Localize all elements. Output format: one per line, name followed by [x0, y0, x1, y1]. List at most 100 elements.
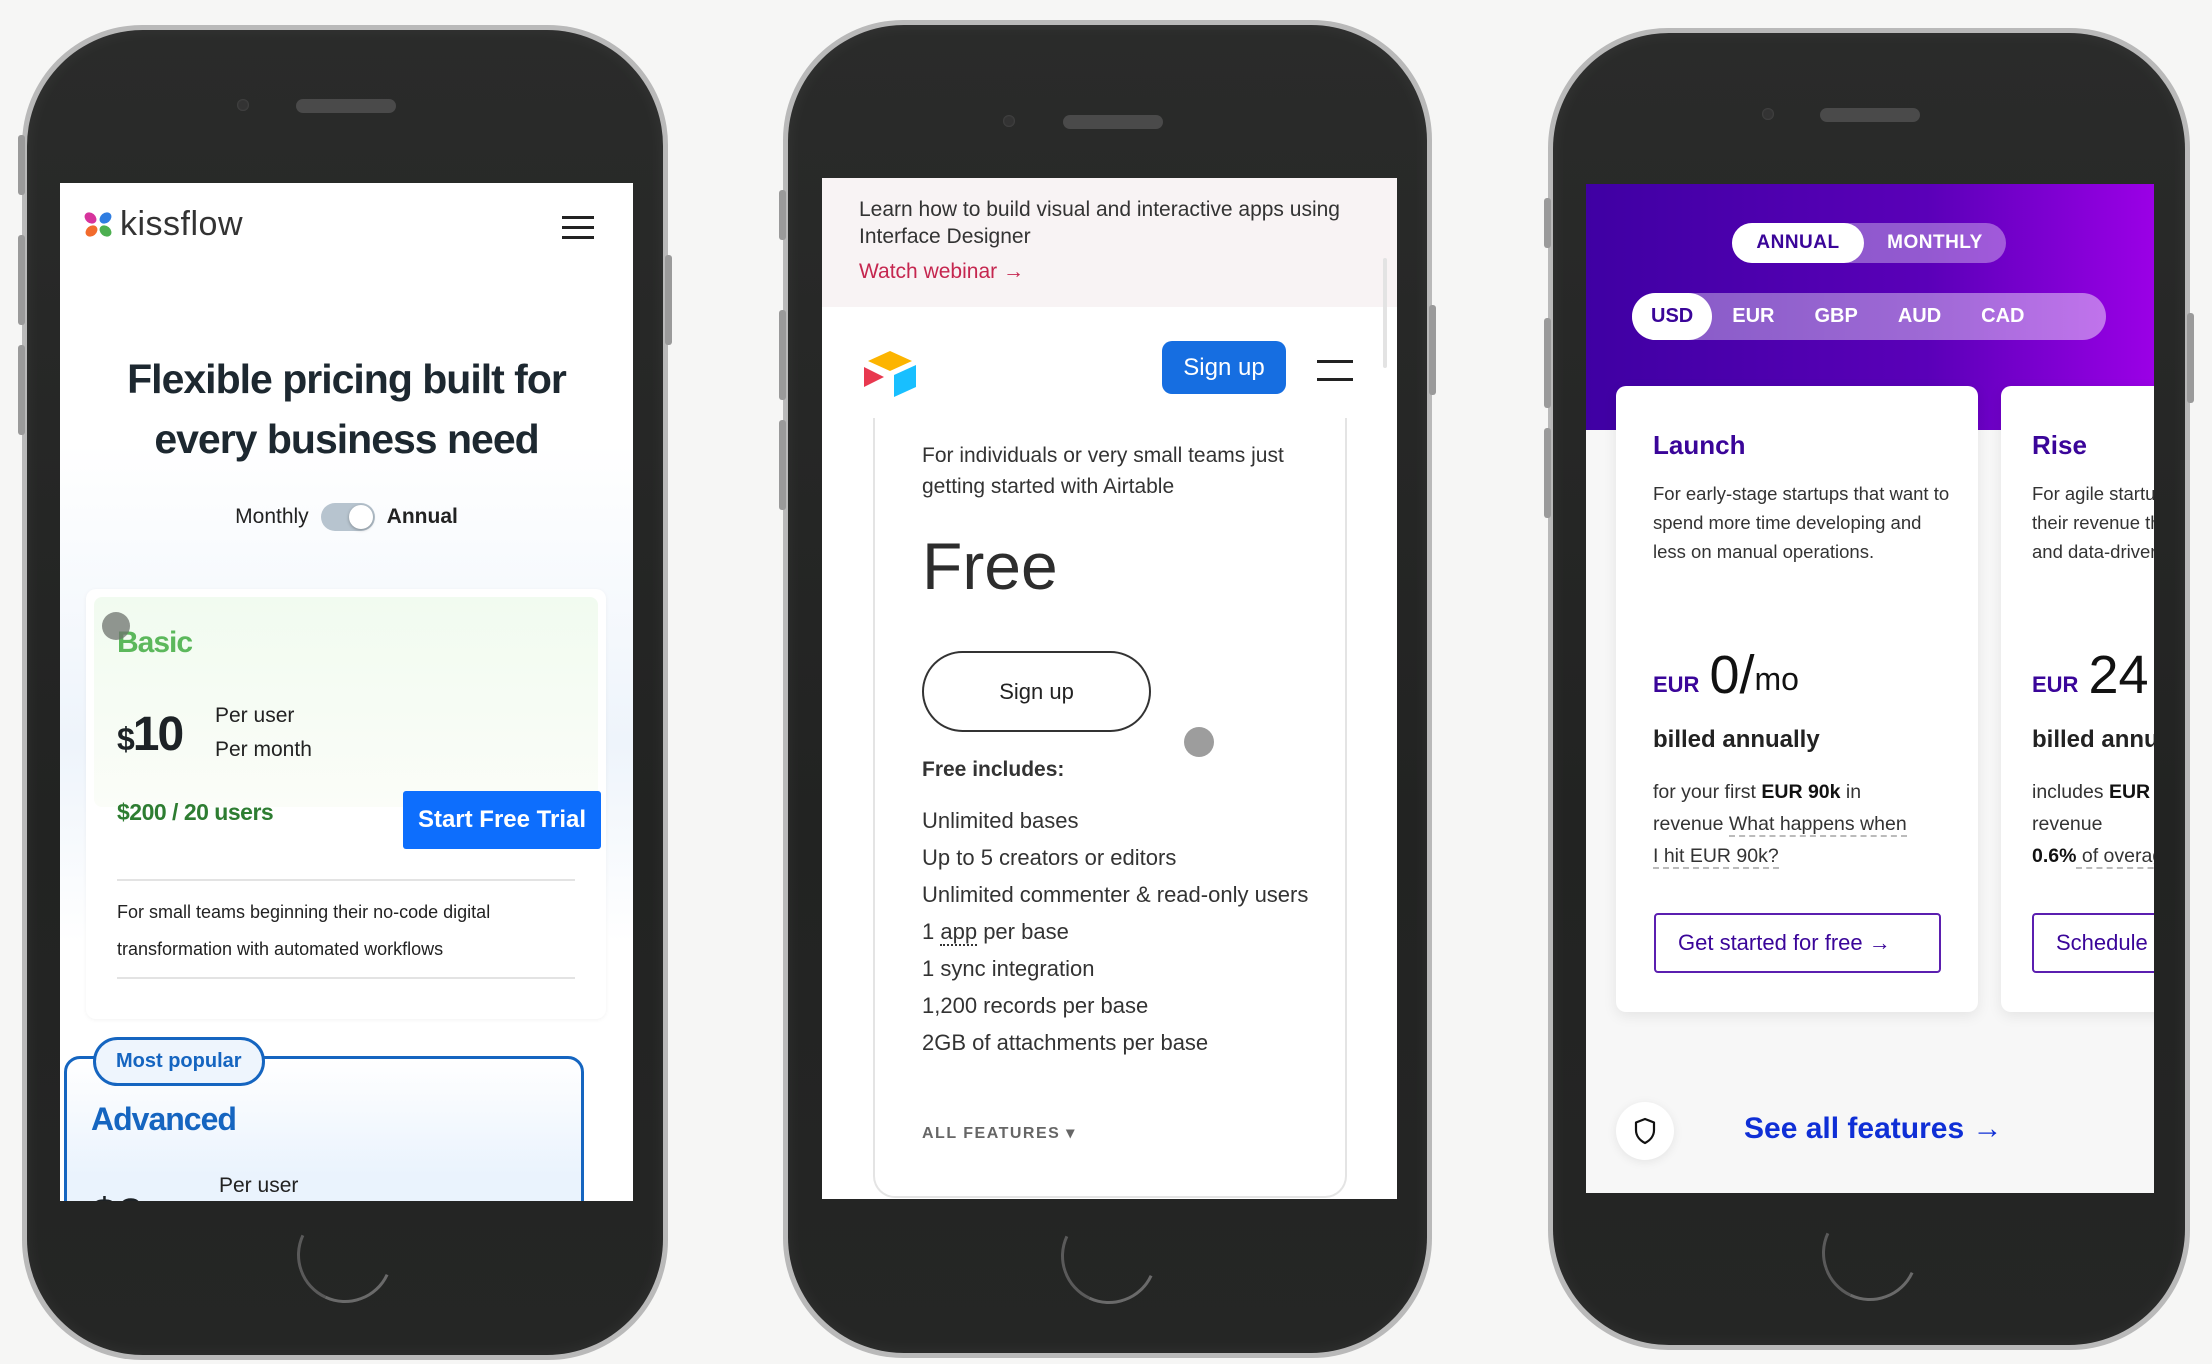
- revenue-note: for your first EUR 90k in revenue What h…: [1653, 776, 1953, 872]
- divider: [117, 977, 575, 979]
- all-features-toggle[interactable]: ALL FEATURES ▾: [922, 1123, 1076, 1143]
- phone-side-button: [1544, 428, 1551, 518]
- plan-description: For individuals or very small teams just…: [922, 444, 1284, 498]
- price-currency: EUR: [2032, 672, 2079, 697]
- phone-side-button: [18, 345, 25, 435]
- monthly-tab[interactable]: MONTHLY: [1864, 223, 2006, 263]
- app-tooltip-term[interactable]: app: [940, 919, 978, 946]
- note-text: revenue: [1653, 813, 1729, 835]
- monthly-label[interactable]: Monthly: [235, 505, 309, 529]
- phone-side-button: [665, 255, 672, 345]
- note-bold: EUR 90k: [1761, 781, 1841, 803]
- airtable-logo-icon[interactable]: [860, 347, 920, 397]
- billing-toggle: Monthly Annual: [60, 503, 633, 531]
- kissflow-logo[interactable]: kissflow: [82, 205, 244, 244]
- most-popular-badge: Most popular: [93, 1037, 265, 1086]
- price-amount: 24: [2088, 645, 2149, 705]
- see-all-features-link[interactable]: See all features →: [1744, 1112, 2002, 1146]
- note-bold: EUR: [2108, 781, 2151, 803]
- schedule-button[interactable]: Schedule: [2032, 913, 2154, 973]
- billing-switch[interactable]: [320, 503, 375, 531]
- plan-name: Launch: [1653, 430, 1746, 460]
- plan-price: Free: [922, 529, 1058, 603]
- nav-sign-up-button[interactable]: Sign up: [1162, 341, 1286, 394]
- feature-item: Unlimited commenter & read-only users: [922, 882, 1309, 907]
- screen-kissflow: kissflow Flexible pricing built for ever…: [60, 183, 633, 1201]
- plan-card-launch: Launch For early-stage startups that wan…: [1616, 386, 1978, 1012]
- price-unit-month: Per month: [215, 738, 312, 761]
- feature-list: Unlimited bases Up to 5 creators or edit…: [922, 805, 1322, 1064]
- note-pct: 0.6%: [2032, 845, 2077, 867]
- plan-price: $10: [117, 707, 184, 762]
- currency-aud[interactable]: AUD: [1878, 293, 1961, 340]
- currency-cad[interactable]: CAD: [1961, 293, 2044, 340]
- feature-item: 1 sync integration: [922, 956, 1095, 981]
- phone-side-button: [1429, 305, 1436, 395]
- revenue-note: includes EUR revenue 0.6% of overage: [2032, 776, 2154, 872]
- plan-card-advanced: Most popular Advanced Per user $9: [64, 1037, 584, 1201]
- price-unit-user: Per user: [215, 704, 295, 727]
- annual-tab[interactable]: ANNUAL: [1732, 223, 1864, 263]
- brand-name: kissflow: [120, 205, 244, 243]
- feature-app-rest: per base: [977, 919, 1069, 944]
- currency-symbol: $: [117, 721, 135, 757]
- team-price: $200 / 20 users: [117, 799, 274, 825]
- touch-indicator: [102, 612, 130, 640]
- menu-icon[interactable]: [1317, 360, 1353, 382]
- plan-sign-up-button[interactable]: Sign up: [922, 651, 1151, 732]
- billing-note: billed annually: [1653, 726, 1820, 753]
- includes-heading: Free includes:: [922, 758, 1065, 781]
- currency-eur[interactable]: EUR: [1712, 293, 1794, 340]
- touch-indicator: [1184, 727, 1214, 757]
- plan-description: For agile startups that want to grow the…: [2032, 483, 2154, 562]
- billing-note: billed annually: [2032, 726, 2154, 753]
- plan-description: For small teams beginning their no-code …: [117, 902, 491, 959]
- annual-label[interactable]: Annual: [387, 505, 458, 529]
- price-currency: EUR: [1653, 672, 1700, 697]
- screen-pricing: ANNUAL MONTHLY USD EUR GBP AUD CAD Launc…: [1586, 184, 2154, 1193]
- privacy-shield-button[interactable]: [1616, 1102, 1674, 1160]
- phone-side-button: [18, 235, 25, 325]
- phone-side-button: [779, 420, 786, 510]
- phone-speaker: [1820, 108, 1920, 122]
- screen-airtable: Learn how to build visual and interactiv…: [822, 178, 1397, 1199]
- kissflow-butterfly-icon: [82, 209, 114, 240]
- phone-camera: [1762, 108, 1774, 120]
- page-title-line2: every business need: [154, 416, 539, 462]
- currency-usd[interactable]: USD: [1632, 293, 1713, 340]
- phone-side-button: [2187, 313, 2194, 403]
- phone-side-button: [1544, 198, 1551, 248]
- plan-card-rise: Rise For agile startups that want to gro…: [2001, 386, 2154, 1012]
- navbar: Sign up: [822, 307, 1397, 427]
- menu-icon[interactable]: [562, 216, 594, 240]
- overage-link[interactable]: of overage: [2076, 845, 2154, 869]
- revenue-limit-link[interactable]: What happens when: [1728, 813, 1907, 837]
- get-started-free-button[interactable]: Get started for free →: [1654, 913, 1941, 973]
- phone-side-button: [779, 190, 786, 240]
- start-free-trial-button[interactable]: Start Free Trial: [403, 791, 601, 849]
- phone-side-button: [18, 135, 25, 195]
- feature-item: 2GB of attachments per base: [922, 1030, 1209, 1055]
- currency-gbp[interactable]: GBP: [1794, 293, 1877, 340]
- page-title-line1: Flexible pricing built for: [127, 356, 567, 402]
- price-unit: Per user Per month: [215, 699, 312, 767]
- phone-side-button: [1544, 318, 1551, 408]
- feature-item: Unlimited bases: [922, 808, 1079, 833]
- feature-item: 1 app per base: [922, 916, 1322, 947]
- price-period: mo: [1754, 661, 1799, 697]
- plan-price: $9: [91, 1189, 144, 1201]
- price-value: 10: [132, 708, 184, 761]
- banner-text: Learn how to build visual and interactiv…: [859, 198, 1340, 248]
- divider: [117, 879, 575, 881]
- scrollbar[interactable]: [1383, 258, 1387, 368]
- note-text: revenue: [2032, 813, 2103, 835]
- revenue-limit-link-cont[interactable]: I hit EUR 90k?: [1653, 845, 1779, 869]
- note-text: includes: [2032, 781, 2109, 803]
- note-text: for your first: [1653, 781, 1762, 803]
- feature-item: Up to 5 creators or editors: [922, 845, 1177, 870]
- plan-name: Rise: [2032, 430, 2087, 460]
- watch-webinar-link[interactable]: Watch webinar →: [859, 260, 1024, 284]
- plan-price: EUR 0/ mo: [1653, 648, 1799, 702]
- phone-speaker: [1063, 115, 1163, 129]
- announcement-banner: Learn how to build visual and interactiv…: [822, 178, 1397, 307]
